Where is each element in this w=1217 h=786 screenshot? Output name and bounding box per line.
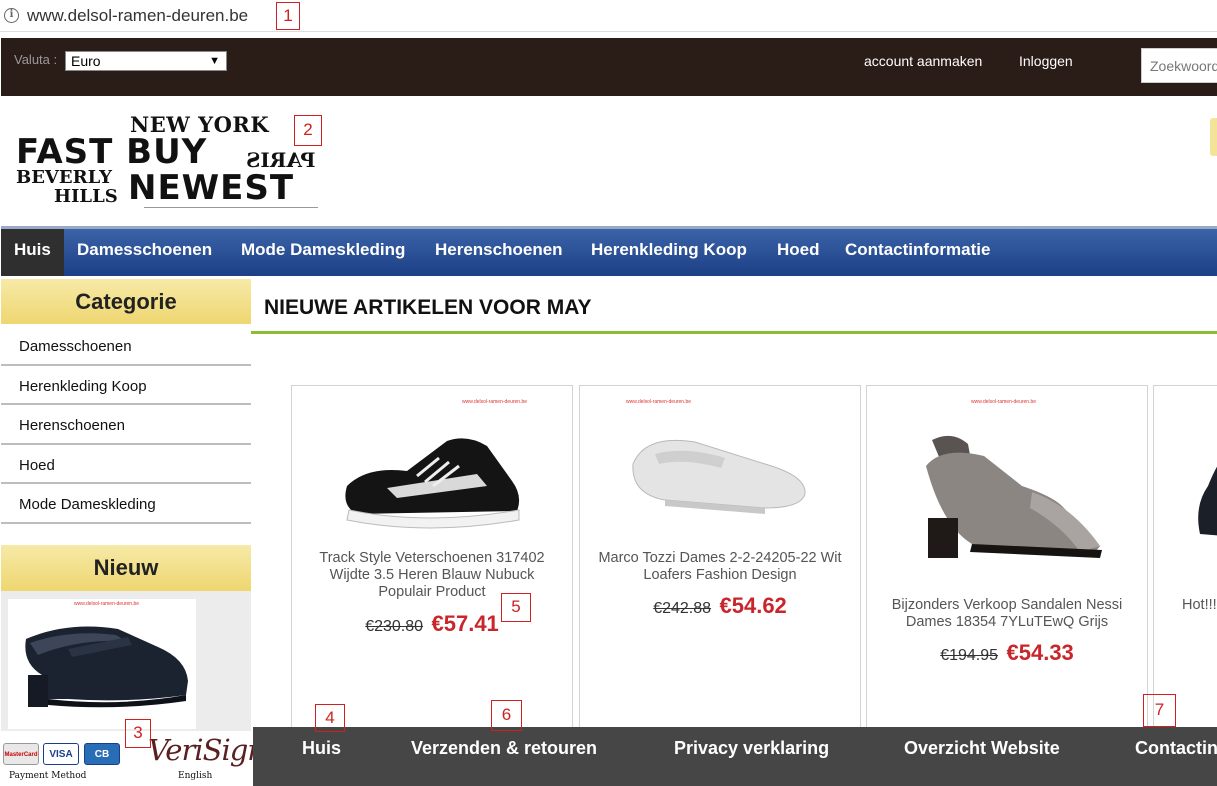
search-input[interactable]: Zoekwoord (1141, 48, 1217, 83)
product-watermark: www.delsol-ramen-deuren.be (626, 399, 692, 405)
white-loafer-image (632, 439, 806, 514)
new-product-box: www.delsol-ramen-deuren.be (1, 591, 251, 731)
visa-icon: VISA (43, 743, 79, 765)
site-logo[interactable]: NEW YORK FAST BUY PARIS BEVERLY HILLS NE… (14, 112, 320, 212)
new-heading: Nieuw (1, 545, 251, 591)
category-item-mode-dameskleding[interactable]: Mode Dameskleding (1, 484, 251, 524)
footer-link-shipping[interactable]: Verzenden & retouren (411, 738, 597, 759)
verisign-logo: VeriSign (148, 733, 266, 767)
footer-link-huis[interactable]: Huis (302, 738, 341, 759)
main-nav: Huis Damesschoenen Mode Dameskleding Her… (1, 226, 1217, 276)
product-watermark: www.delsol-ramen-deuren.be (462, 399, 528, 405)
logo-hills: HILLS (54, 186, 118, 207)
new-product-image[interactable]: www.delsol-ramen-deuren.be (8, 599, 196, 729)
old-price: €194.95 (940, 647, 999, 664)
category-list: Damesschoenen Herenkleding Koop Herensch… (1, 326, 251, 524)
logo-beverly: BEVERLY (16, 167, 112, 188)
product-name[interactable]: Bijzonders Verkoop Sandalen Nessi Dames … (877, 597, 1137, 631)
dropdown-arrow-icon: ▼ (209, 55, 220, 67)
sale-price: €57.41 (431, 611, 499, 636)
nav-item-mode-dameskleding[interactable]: Mode Dameskleding (228, 229, 418, 276)
info-icon[interactable]: i (4, 8, 19, 23)
currency-select[interactable]: Euro ▼ (65, 51, 227, 71)
marker-7: 7 (1143, 694, 1176, 727)
product-watermark: www.delsol-ramen-deuren.be (74, 601, 140, 607)
dark-pump-shoe-image (25, 626, 189, 708)
sale-price: €54.62 (719, 593, 787, 618)
product-card[interactable]: www.delsol-ramen-deuren.be Track Style V… (291, 385, 573, 730)
cart-button-edge[interactable] (1210, 118, 1217, 156)
marker-5: 5 (501, 593, 531, 622)
currency-label: Valuta : (14, 52, 58, 67)
page: i www.delsol-ramen-deuren.be 1 Valuta : … (0, 0, 1217, 786)
cb-icon: CB (84, 743, 120, 765)
dark-boot-image (1198, 466, 1217, 536)
language-label: English (178, 771, 213, 781)
footer-link-contact[interactable]: Contactin (1135, 738, 1217, 759)
product-card[interactable]: www.delsol-ramen-deuren.be Marco Tozzi D… (579, 385, 861, 730)
marker-1: 1 (276, 2, 300, 30)
sneaker-image (345, 438, 520, 529)
address-bar[interactable]: i www.delsol-ramen-deuren.be (0, 0, 1217, 32)
logo-newest: NEWEST (128, 168, 295, 208)
product-card[interactable]: www.delsol-ramen-deuren.be Bijzonders Ve… (866, 385, 1148, 730)
old-price: €230.80 (365, 618, 424, 635)
nav-item-hoed[interactable]: Hoed (764, 229, 833, 276)
marker-4: 4 (315, 704, 345, 732)
url-text[interactable]: www.delsol-ramen-deuren.be (27, 6, 248, 26)
sandal-image (926, 435, 1102, 558)
category-item-herenschoenen[interactable]: Herenschoenen (1, 405, 251, 445)
nav-item-huis[interactable]: Huis (1, 229, 64, 276)
footer-link-privacy[interactable]: Privacy verklaring (674, 738, 829, 759)
nav-item-contactinformatie[interactable]: Contactinformatie (832, 229, 1003, 276)
marker-3: 3 (125, 719, 151, 748)
nav-item-damesschoenen[interactable]: Damesschoenen (64, 229, 225, 276)
footer-nav: Huis Verzenden & retouren Privacy verkla… (253, 727, 1217, 786)
page-title: NIEUWE ARTIKELEN VOOR MAY (264, 296, 592, 319)
payment-caption: Payment Method (9, 771, 87, 781)
marker-2: 2 (294, 115, 322, 146)
title-divider (251, 331, 1217, 334)
top-bar: Valuta : Euro ▼ account aanmaken Inlogge… (1, 38, 1217, 96)
category-item-hoed[interactable]: Hoed (1, 445, 251, 484)
product-price: €194.95 €54.33 (867, 640, 1147, 666)
product-watermark: www.delsol-ramen-deuren.be (971, 399, 1037, 405)
old-price: €242.88 (653, 600, 712, 617)
product-name[interactable]: Hot!!! G (1182, 597, 1217, 613)
product-card[interactable]: Hot!!! G (1153, 385, 1217, 730)
category-item-herenkleding-koop[interactable]: Herenkleding Koop (1, 366, 251, 405)
login-link[interactable]: Inloggen (1019, 53, 1073, 69)
category-item-damesschoenen[interactable]: Damesschoenen (1, 326, 251, 366)
footer-link-sitemap[interactable]: Overzicht Website (904, 738, 1060, 759)
product-price: €242.88 €54.62 (580, 593, 860, 619)
product-name[interactable]: Marco Tozzi Dames 2-2-24205-22 Wit Loafe… (590, 550, 850, 584)
currency-value: Euro (71, 53, 101, 69)
marker-6: 6 (491, 700, 522, 731)
logo-fast-buy: FAST BUY (16, 132, 208, 172)
create-account-link[interactable]: account aanmaken (864, 53, 982, 69)
category-heading: Categorie (1, 279, 251, 324)
mastercard-icon: MasterCard (3, 743, 39, 765)
nav-item-herenkleding-koop[interactable]: Herenkleding Koop (578, 229, 760, 276)
logo-underline (144, 207, 318, 208)
nav-item-herenschoenen[interactable]: Herenschoenen (422, 229, 576, 276)
sale-price: €54.33 (1006, 640, 1074, 665)
